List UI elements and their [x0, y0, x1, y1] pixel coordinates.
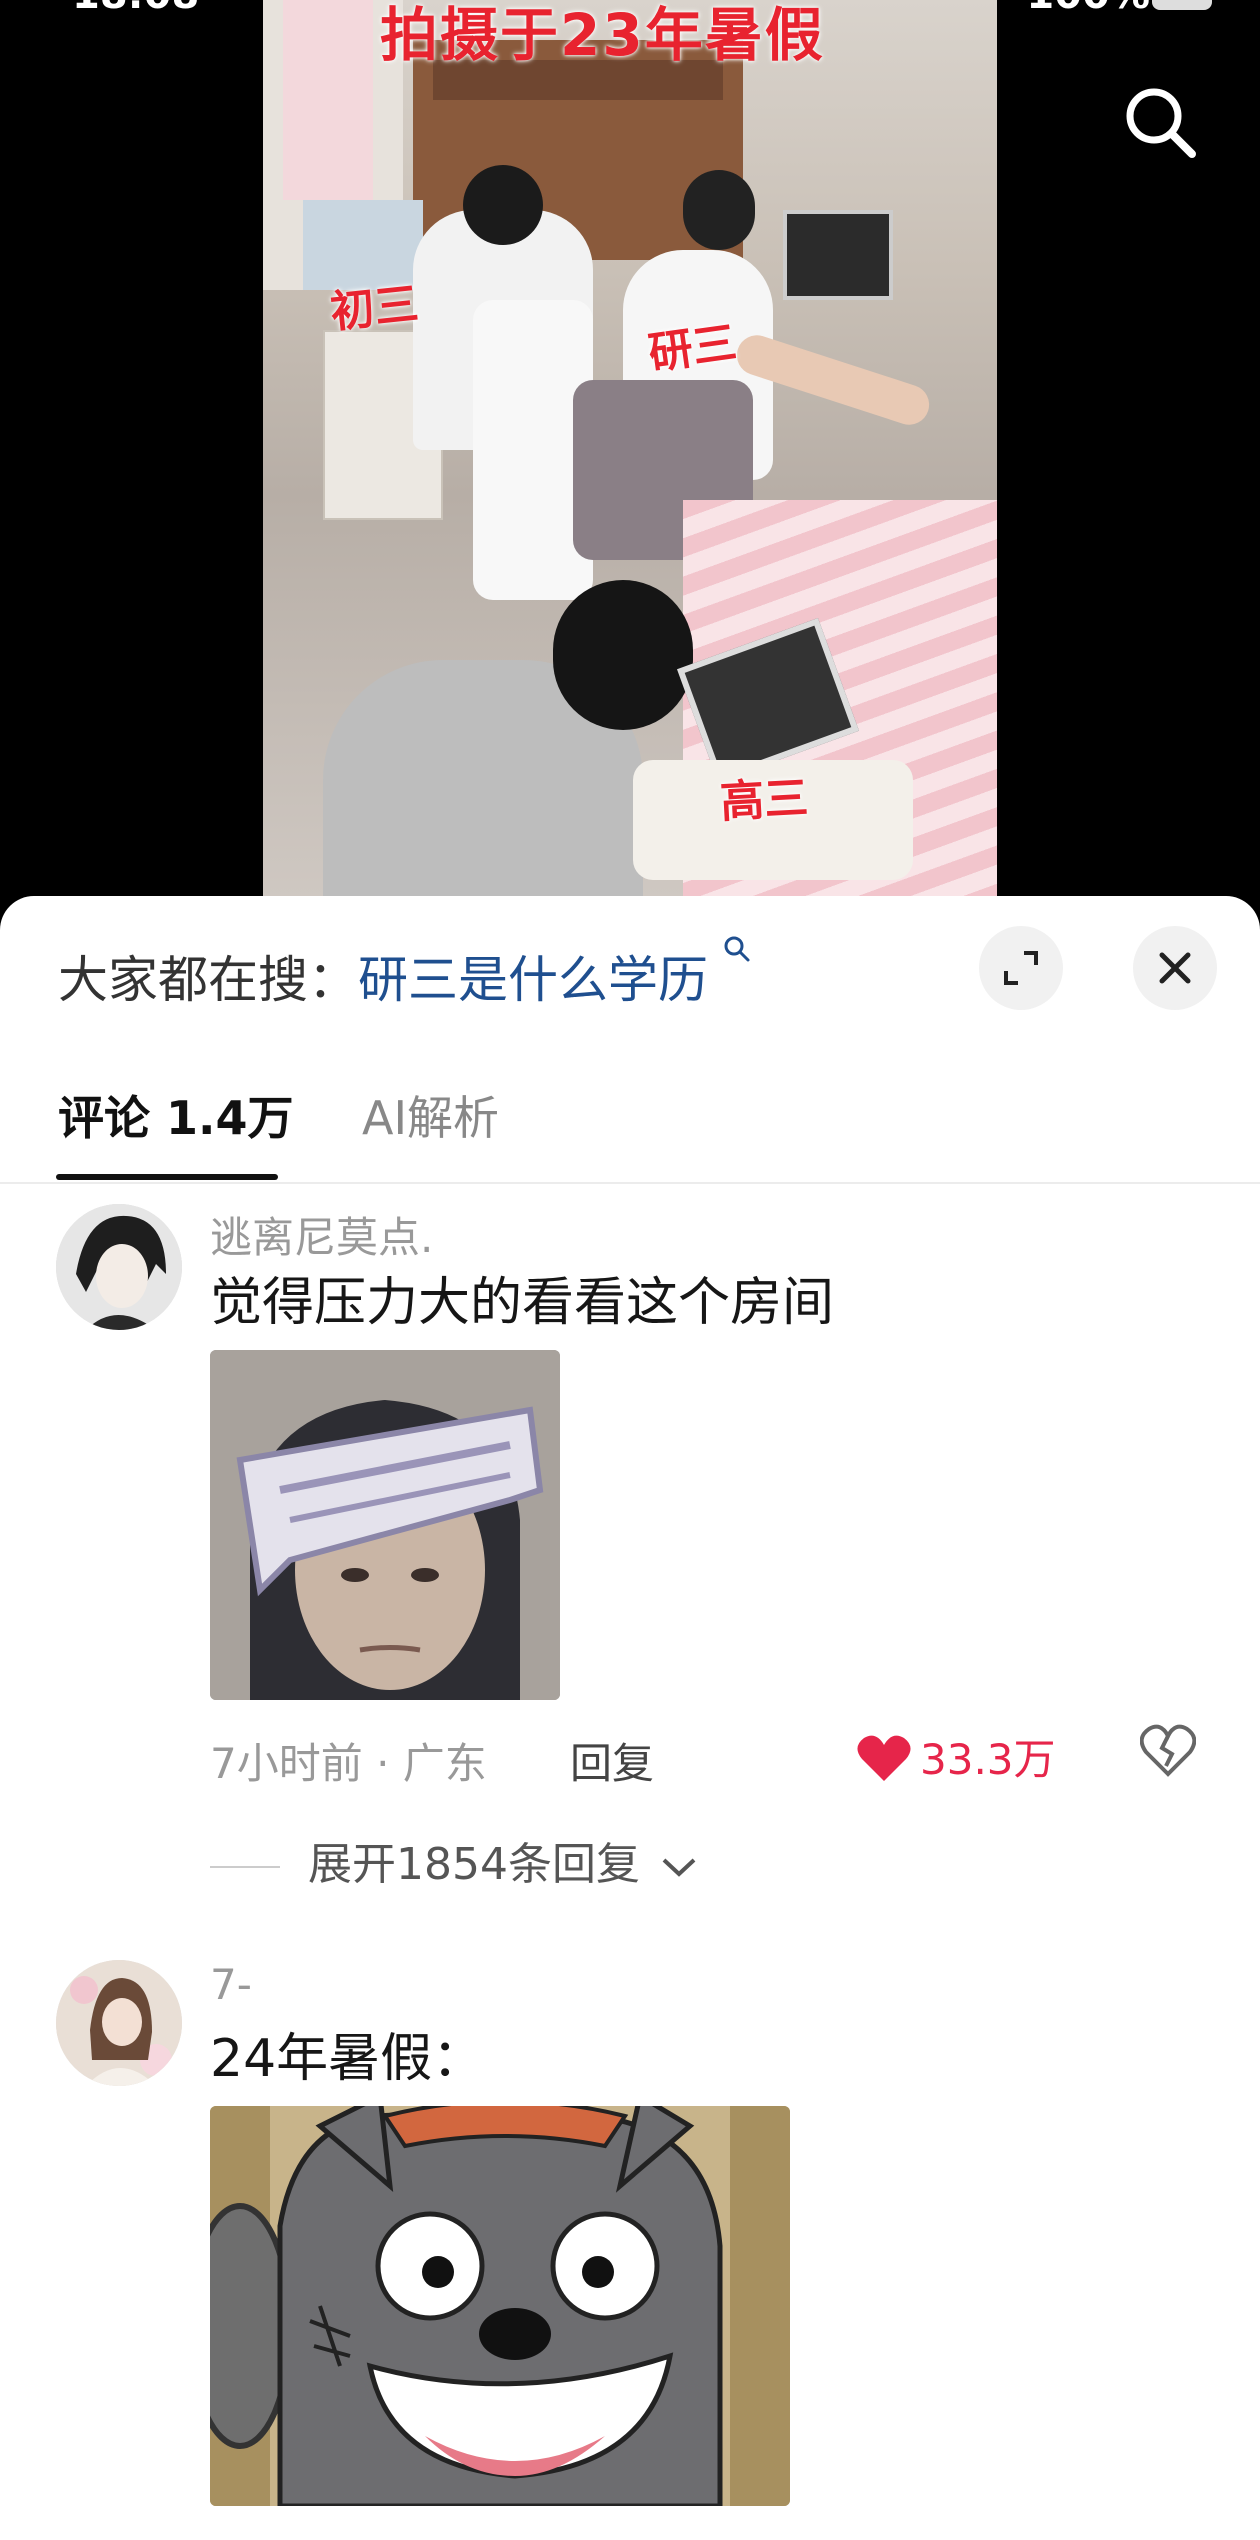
avatar[interactable]	[56, 1960, 182, 2086]
close-button[interactable]	[1133, 926, 1217, 1010]
expand-icon	[1004, 951, 1038, 985]
reply-button[interactable]: 回复	[570, 1730, 654, 1791]
small-search-icon	[712, 936, 752, 972]
comment-username[interactable]: 逃离尼莫点.	[210, 1204, 433, 1265]
hot-search-prefix: 大家都在搜：	[58, 951, 358, 1009]
comment-image[interactable]	[210, 1350, 560, 1700]
comment-item: 7- 24年暑假：	[0, 1960, 1260, 2540]
close-icon	[1159, 952, 1191, 984]
video-label-2: 研三	[645, 317, 740, 380]
hot-search-query[interactable]: 研三是什么学历	[358, 951, 708, 1009]
battery-icon	[1152, 0, 1212, 10]
avatar[interactable]	[56, 1204, 182, 1330]
expand-replies[interactable]: 展开1854条回复	[210, 1828, 698, 1892]
hot-search[interactable]: 大家都在搜：研三是什么学历	[58, 936, 750, 1012]
comment-sheet: 大家都在搜：研三是什么学历 评论 1.4万 AI解析 逃离尼莫点. 觉得压力大的…	[0, 896, 1260, 2540]
expand-replies-label: 展开1854条回复	[308, 1839, 640, 1890]
video-player[interactable]: 18:08 100% 拍摄于23年暑假 初三 研三 高三	[0, 0, 1260, 900]
comment-item: 逃离尼莫点. 觉得压力大的看看这个房间 7小时前 · 广东 回复 33.3万 展…	[0, 1204, 1260, 1904]
search-icon[interactable]	[1120, 82, 1200, 162]
like-count: 33.3万	[920, 1735, 1056, 1784]
network-speed: 100%	[1026, 0, 1150, 18]
heart-icon	[856, 1733, 912, 1793]
video-label-1: 初三	[328, 278, 421, 339]
comment-image[interactable]	[210, 2106, 790, 2506]
comment-text: 觉得压力大的看看这个房间	[210, 1273, 835, 1333]
video-frame	[263, 0, 997, 900]
comment-text: 24年暑假：	[210, 2029, 485, 2089]
like-button[interactable]: 33.3万	[856, 1726, 1056, 1793]
comment-username[interactable]: 7-	[210, 1960, 252, 2009]
tab-ai-analysis[interactable]: AI解析	[362, 1082, 499, 1148]
chevron-down-icon	[662, 1858, 696, 1877]
expand-button[interactable]	[979, 926, 1063, 1010]
expand-divider	[210, 1866, 280, 1868]
status-time: 18:08	[72, 0, 199, 18]
video-label-3: 高三	[718, 772, 810, 829]
tab-comments[interactable]: 评论 1.4万	[58, 1082, 294, 1148]
video-caption: 拍摄于23年暑假	[380, 1, 825, 69]
dislike-icon[interactable]	[1139, 1722, 1197, 1782]
tab-bar: 评论 1.4万 AI解析	[0, 1066, 1260, 1184]
comment-time-location: 7小时前 · 广东	[210, 1739, 487, 1788]
active-tab-indicator	[56, 1174, 278, 1180]
